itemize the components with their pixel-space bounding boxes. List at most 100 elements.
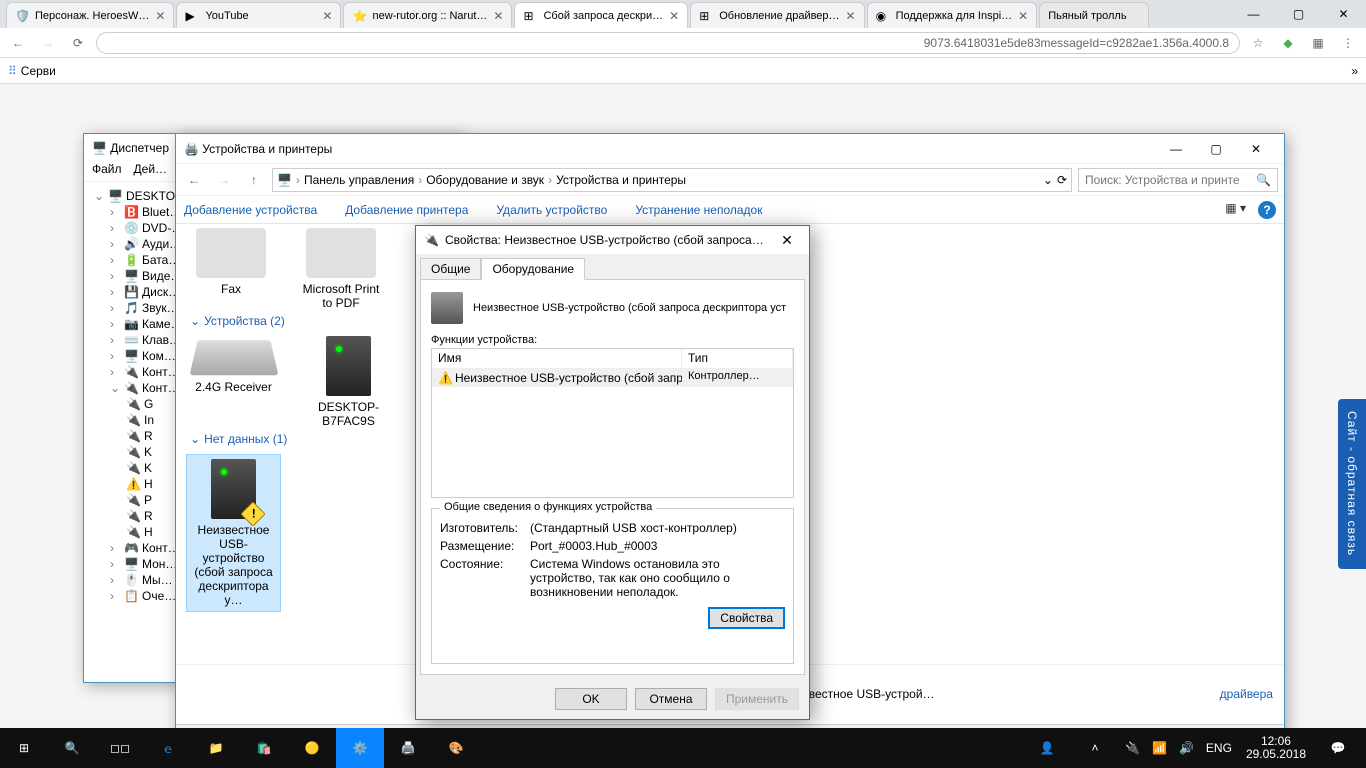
devices-taskbar-icon[interactable]: 🖨️ bbox=[384, 728, 432, 768]
printer-item[interactable]: Microsoft Print to PDF bbox=[296, 228, 386, 310]
menu-action[interactable]: Дей… bbox=[134, 162, 168, 181]
search-button[interactable]: 🔍 bbox=[48, 728, 96, 768]
close-icon[interactable]: ✕ bbox=[669, 9, 679, 23]
maximize-button[interactable]: ▢ bbox=[1276, 0, 1321, 28]
ok-button[interactable]: OK bbox=[555, 688, 627, 710]
minimize-button[interactable]: — bbox=[1231, 0, 1276, 28]
wifi-icon[interactable]: 📶 bbox=[1146, 728, 1173, 768]
url-input[interactable]: 9073.6418031e5de83messageId=c9282ae1.356… bbox=[96, 32, 1240, 54]
tab-general[interactable]: Общие bbox=[420, 258, 481, 280]
close-button[interactable]: ✕ bbox=[1236, 135, 1276, 163]
computer-icon bbox=[326, 336, 371, 396]
back-button[interactable]: ← bbox=[182, 168, 206, 192]
close-icon[interactable]: ✕ bbox=[846, 9, 856, 23]
apply-button[interactable]: Применить bbox=[715, 688, 799, 710]
help-icon[interactable]: ? bbox=[1258, 201, 1276, 219]
browser-tab[interactable]: ◉Поддержка для Inspi…✕ bbox=[867, 2, 1038, 28]
usb-icon: 🔌 bbox=[126, 445, 140, 459]
edge-taskbar-icon[interactable]: ｅ bbox=[144, 728, 192, 768]
breadcrumb-item[interactable]: Оборудование и звук bbox=[426, 173, 544, 187]
reload-button[interactable]: ⟳ bbox=[66, 31, 90, 55]
browser-tab[interactable]: Пьяный тролль bbox=[1039, 2, 1149, 28]
driver-link[interactable]: драйвера bbox=[1220, 687, 1273, 701]
close-icon[interactable]: ✕ bbox=[155, 9, 165, 23]
column-type[interactable]: Тип bbox=[682, 349, 793, 368]
bookmarks-overflow-icon[interactable]: » bbox=[1351, 64, 1358, 78]
close-button[interactable]: ✕ bbox=[773, 226, 801, 254]
search-input[interactable] bbox=[1085, 173, 1256, 187]
start-button[interactable]: ⊞ bbox=[0, 728, 48, 768]
volume-icon[interactable]: 🔊 bbox=[1173, 728, 1200, 768]
people-icon[interactable]: 👤 bbox=[1023, 728, 1071, 768]
up-button[interactable]: ↑ bbox=[242, 168, 266, 192]
add-printer-button[interactable]: Добавление принтера bbox=[345, 203, 468, 217]
battery-icon[interactable]: 🔌 bbox=[1119, 728, 1146, 768]
browser-tab[interactable]: ⭐new-rutor.org :: Narut…✕ bbox=[343, 2, 512, 28]
breadcrumb-item[interactable]: Панель управления bbox=[304, 173, 414, 187]
breadcrumb[interactable]: 🖥️› Панель управления› Оборудование и зв… bbox=[272, 168, 1072, 192]
chevron-right-icon[interactable]: › bbox=[548, 173, 552, 187]
extension-icon[interactable]: ◆ bbox=[1276, 31, 1300, 55]
maximize-button[interactable]: ▢ bbox=[1196, 135, 1236, 163]
device-item[interactable]: DESKTOP-B7FAC9S bbox=[301, 336, 396, 428]
troubleshoot-button[interactable]: Устранение неполадок bbox=[635, 203, 762, 217]
collapse-icon[interactable]: ⌄ bbox=[190, 432, 200, 446]
device-item[interactable]: 2.4G Receiver bbox=[186, 336, 281, 428]
close-icon[interactable]: ✕ bbox=[322, 9, 332, 23]
forward-button[interactable]: → bbox=[36, 31, 60, 55]
apps-button[interactable]: ⠿Серви bbox=[8, 64, 56, 78]
browser-tab[interactable]: ▶YouTube✕ bbox=[176, 2, 341, 28]
item-label: дескриптора у… bbox=[191, 579, 276, 607]
column-name[interactable]: Имя bbox=[432, 349, 682, 368]
explorer-taskbar-icon[interactable]: 📁 bbox=[192, 728, 240, 768]
chevron-right-icon[interactable]: › bbox=[418, 173, 422, 187]
printer-item[interactable]: Fax bbox=[186, 228, 276, 310]
item-label: USB-устройство bbox=[191, 537, 276, 565]
window-titlebar[interactable]: 🖨️ Устройства и принтеры — ▢ ✕ bbox=[176, 134, 1284, 164]
task-view-button[interactable]: ◻◻ bbox=[96, 728, 144, 768]
browser-tab[interactable]: 🛡️Персонаж. HeroesW…✕ bbox=[6, 2, 174, 28]
add-device-button[interactable]: Добавление устройства bbox=[184, 203, 317, 217]
back-button[interactable]: ← bbox=[6, 31, 30, 55]
close-icon[interactable]: ✕ bbox=[493, 9, 503, 23]
collapse-icon[interactable]: ⌄ bbox=[110, 381, 120, 395]
store-taskbar-icon[interactable]: 🛍️ bbox=[240, 728, 288, 768]
expand-icon[interactable]: › bbox=[110, 205, 120, 219]
view-options-button[interactable]: ▦ ▾ bbox=[1225, 201, 1246, 219]
settings-taskbar-icon[interactable]: ⚙️ bbox=[336, 728, 384, 768]
minimize-button[interactable]: — bbox=[1156, 135, 1196, 163]
tab-hardware[interactable]: Оборудование bbox=[481, 258, 585, 280]
search-box[interactable]: 🔍 bbox=[1078, 168, 1278, 192]
battery-icon: 🔋 bbox=[124, 253, 138, 267]
properties-button[interactable]: Свойства bbox=[708, 607, 785, 629]
chrome-taskbar-icon[interactable]: 🟡 bbox=[288, 728, 336, 768]
remove-device-button[interactable]: Удалить устройство bbox=[496, 203, 607, 217]
close-button[interactable]: ✕ bbox=[1321, 0, 1366, 28]
paint-taskbar-icon[interactable]: 🎨 bbox=[432, 728, 480, 768]
notifications-icon[interactable]: 💬 bbox=[1314, 728, 1362, 768]
forward-button[interactable]: → bbox=[212, 168, 236, 192]
clock[interactable]: 12:06 29.05.2018 bbox=[1238, 735, 1314, 761]
dialog-titlebar[interactable]: 🔌 Свойства: Неизвестное USB-устройство (… bbox=[416, 226, 809, 254]
dropdown-icon[interactable]: ⌄ bbox=[1043, 173, 1053, 187]
tray-expand-icon[interactable]: ˄ bbox=[1071, 728, 1119, 768]
close-icon[interactable]: ✕ bbox=[1018, 9, 1028, 23]
language-indicator[interactable]: ENG bbox=[1200, 728, 1238, 768]
browser-tab-active[interactable]: ⊞Сбой запроса дескри…✕ bbox=[514, 2, 688, 28]
collapse-icon[interactable]: ⌄ bbox=[190, 314, 200, 328]
search-icon[interactable]: 🔍 bbox=[1256, 173, 1271, 187]
feedback-tab[interactable]: Сайт - обратная связь bbox=[1338, 399, 1366, 569]
device-functions-list[interactable]: Имя Тип ⚠️Неизвестное USB-устройство (сб… bbox=[431, 348, 794, 498]
unknown-device-selected[interactable]: Неизвестное USB-устройство (сбой запроса… bbox=[186, 454, 281, 612]
extension-icon[interactable]: ▦ bbox=[1306, 31, 1330, 55]
chevron-right-icon[interactable]: › bbox=[296, 173, 300, 187]
menu-icon[interactable]: ⋮ bbox=[1336, 31, 1360, 55]
star-icon[interactable]: ☆ bbox=[1246, 31, 1270, 55]
menu-file[interactable]: Файл bbox=[92, 162, 122, 181]
browser-tab[interactable]: ⊞Обновление драйвер…✕ bbox=[690, 2, 864, 28]
breadcrumb-item[interactable]: Устройства и принтеры bbox=[556, 173, 686, 187]
list-row[interactable]: ⚠️Неизвестное USB-устройство (сбой запро… bbox=[432, 369, 793, 387]
cancel-button[interactable]: Отмена bbox=[635, 688, 707, 710]
collapse-icon[interactable]: ⌄ bbox=[94, 189, 104, 203]
refresh-icon[interactable]: ⟳ bbox=[1057, 173, 1067, 187]
